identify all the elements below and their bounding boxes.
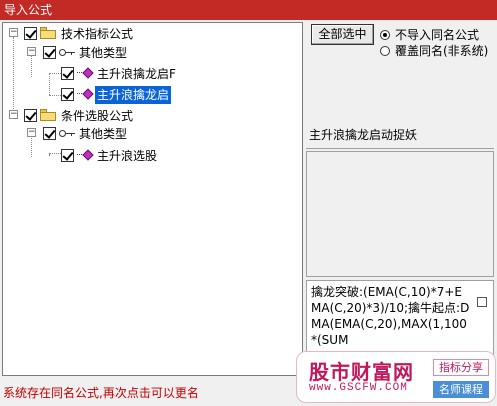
window-title: 导入公式 [0,0,497,20]
collapse-toggle[interactable]: − [9,110,18,119]
folder-icon [40,109,56,121]
formula-icon [77,67,94,80]
key-icon [59,129,75,139]
status-message: 系统存在同名公式,再次点击可以更名 [3,386,199,400]
tree-node-label: 条件选股公式 [61,108,134,123]
collapse-toggle[interactable]: − [27,47,36,56]
checkbox-screening-formulas[interactable] [24,109,37,122]
tree-node-other-types[interactable]: 其他类型 [77,124,129,142]
select-all-button[interactable]: 全部选中 [311,24,374,45]
tree-node-label: 其他类型 [79,45,128,60]
checkbox-technical-indicators[interactable] [24,27,37,40]
tree-node-label: 技术指标公式 [61,26,134,41]
radio-selected[interactable] [380,30,390,40]
checkbox-formula[interactable] [61,67,74,80]
tree-connector [31,55,32,77]
tree-item-formula[interactable]: 主升浪擒龙启F [95,64,178,82]
collapse-toggle[interactable]: − [9,28,18,37]
checkbox-other-types[interactable] [43,46,56,59]
tree-connector [49,73,50,95]
tree-item-label: 主升浪选股 [97,148,158,163]
tree-item-label: 主升浪擒龙启 [95,85,172,104]
tree-connector [49,73,61,74]
tree-item-label: 主升浪擒龙启F [97,66,176,81]
checkbox-formula[interactable] [61,88,74,101]
tree-connector [49,95,61,96]
formula-icon [77,88,94,101]
option-label: 覆盖同名(非系统) [395,44,489,58]
tree-node-screening-formulas[interactable]: 条件选股公式 [59,106,135,124]
tree-node-label: 其他类型 [79,126,128,141]
checkbox-formula[interactable] [61,149,74,162]
watermark-url: www.GSCFW.COM [309,382,408,394]
checkbox-other-types[interactable] [43,127,56,140]
formula-icon [77,149,94,162]
tree-item-formula-selected[interactable]: 主升浪擒龙启 [95,85,172,104]
tree-connector [31,135,32,157]
formula-tree[interactable]: − 技术指标公式 − 其他类型 主升浪擒龙启F 主升浪擒龙启 − 条件选股公式 … [2,22,303,376]
folder-icon [40,27,56,39]
tree-node-other-types[interactable]: 其他类型 [77,43,129,61]
formula-description: 主升浪擒龙启动捉妖 [306,123,494,149]
tree-node-technical-indicators[interactable]: 技术指标公式 [59,24,135,42]
formula-preview-text: 擒龙突破:(EMA(C,10)*7+EMA(C,20)*3)/10;擒牛起点:D… [311,285,470,347]
collapse-toggle[interactable]: − [27,128,36,137]
formula-detail-panel [306,151,494,277]
tree-connector [13,37,14,117]
watermark-tag: 名师课程 [433,381,489,398]
watermark-logo: 股市财富网 www.GSCFW.COM 指标分享 名师课程 [296,351,496,403]
watermark-name: 股市财富网 [309,360,414,384]
radio-unselected[interactable] [380,46,390,56]
key-icon [59,48,75,58]
tree-connector [49,153,61,154]
watermark-tag: 指标分享 [433,359,489,376]
option-label: 不导入同名公式 [395,28,480,42]
tree-item-formula[interactable]: 主升浪选股 [95,146,159,164]
preview-checkbox[interactable] [477,297,487,307]
